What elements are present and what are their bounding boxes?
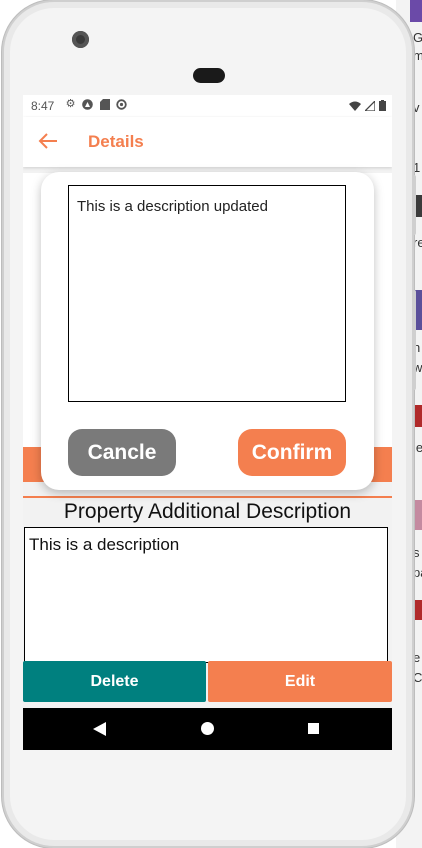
thumbnail-image <box>410 0 422 22</box>
background-text: 1 <box>413 160 421 175</box>
status-bar: 8:47 ⚙ <box>23 95 392 117</box>
app-bar: Details <box>23 117 392 167</box>
background-text: e <box>413 650 421 665</box>
background-text: ie <box>413 440 422 455</box>
page-title: Details <box>88 132 144 151</box>
sync-icon <box>116 99 127 110</box>
wifi-icon <box>349 101 361 111</box>
android-auto-icon <box>82 99 93 110</box>
cancel-button[interactable]: Cancle <box>68 429 176 476</box>
background-text: G <box>413 30 422 45</box>
battery-icon <box>379 100 386 111</box>
section-title: Property Additional Description <box>63 500 352 523</box>
background-text: pa <box>413 565 422 580</box>
description-box: This is a description <box>24 527 388 663</box>
edit-description-dialog: This is a description updated Cancle Con… <box>41 172 374 490</box>
back-arrow-icon[interactable] <box>37 130 59 152</box>
background-text: m <box>413 48 422 63</box>
phone-screen: 8:47 ⚙ Details Property Additional Descr <box>23 95 392 750</box>
delete-button[interactable]: Delete <box>23 661 206 702</box>
nav-recents-icon[interactable] <box>308 723 319 734</box>
background-text: re <box>413 235 422 250</box>
description-input[interactable]: This is a description updated <box>68 185 346 402</box>
status-icons-left: ⚙ <box>65 99 127 110</box>
section-divider <box>23 496 392 498</box>
nav-home-icon[interactable] <box>201 722 214 735</box>
nav-back-icon[interactable] <box>93 722 106 736</box>
background-text: Ci <box>413 670 422 685</box>
signal-icon <box>365 100 375 111</box>
settings-icon: ⚙ <box>65 98 76 110</box>
power-button <box>412 175 416 235</box>
volume-button <box>412 290 416 390</box>
earpiece-speaker <box>193 68 225 83</box>
front-camera <box>72 31 89 48</box>
status-icons-right <box>349 100 386 111</box>
confirm-button[interactable]: Confirm <box>238 429 346 476</box>
edit-button[interactable]: Edit <box>208 661 392 702</box>
status-time: 8:47 <box>31 99 55 113</box>
sd-card-icon <box>99 99 110 110</box>
system-nav-bar <box>23 708 392 750</box>
